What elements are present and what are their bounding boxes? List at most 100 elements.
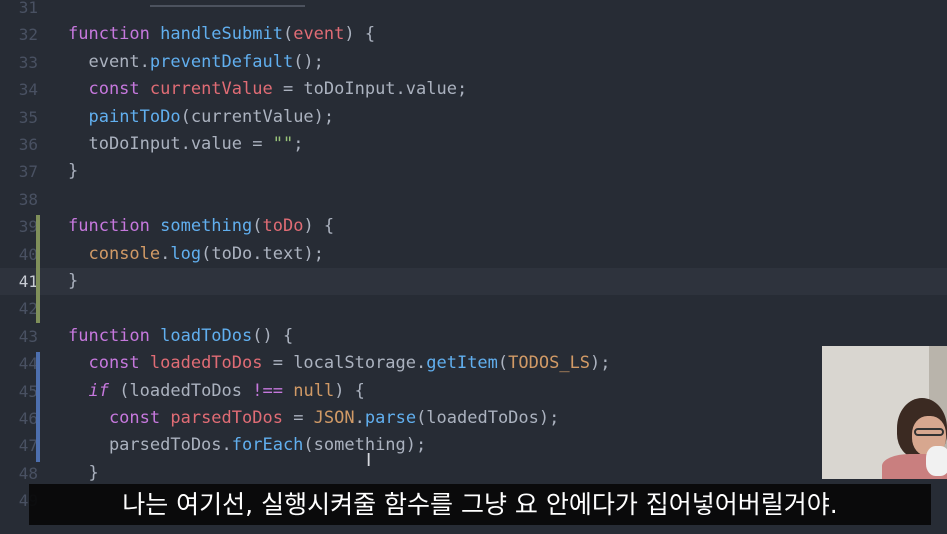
code-token: const [68,79,150,100]
code-token: null [293,380,335,401]
code-token: = [282,408,314,428]
code-token: ) { [344,24,376,45]
code-text: } [68,158,78,185]
code-line[interactable]: 41} [0,268,947,295]
code-text: parsedToDos.forEach(something); [68,432,426,459]
code-token: ; [293,134,304,154]
code-text: if (loadedToDos !== null) { [68,378,365,405]
line-number: 34 [18,80,38,100]
line-number: 36 [18,135,38,154]
code-token: loadToDos [160,325,253,346]
line-number: 31 [18,0,38,17]
code-token: function [68,216,161,237]
code-text: } [68,460,99,487]
line-number: 37 [18,162,38,182]
code-line[interactable]: 33 event.preventDefault(); [0,49,947,76]
code-token: ( [252,216,263,237]
code-token: } [68,161,79,182]
code-token: paintToDo [88,106,181,127]
code-token: preventDefault [149,51,294,72]
code-text: paintToDo(currentValue); [68,104,334,131]
code-token: event. [68,51,150,72]
glasses-icon [914,428,944,436]
code-token: ( [282,24,294,45]
code-line[interactable]: 43 function loadToDos() { [0,323,947,350]
webcam-overlay [822,346,947,479]
code-text: console.log(toDo.text); [68,241,324,268]
code-token: if [88,380,109,401]
code-token: (toDo.text); [201,243,324,264]
code-token: toDo [262,216,304,237]
code-token: ) { [303,216,335,237]
code-line[interactable]: 39 function something(toDo) { [0,213,947,240]
text-cursor-icon: I [366,450,372,471]
microphone-icon [926,446,947,476]
code-line[interactable]: 42 [0,295,947,322]
code-token: log [170,243,202,264]
code-line[interactable]: 32 function handleSubmit(event) { [0,21,947,48]
code-token: event [293,24,345,45]
line-number: 46 [18,409,38,428]
code-token: parsedToDos [170,408,283,428]
code-token: loadedToDos [149,353,263,374]
line-number: 41 [18,272,38,291]
code-line[interactable]: 38 [0,186,947,213]
code-text: const loadedToDos = localStorage.getItem… [68,350,611,377]
code-text: function loadToDos() { [68,323,293,350]
code-line[interactable]: 40 console.log(toDo.text); [0,241,947,268]
code-line[interactable]: 36 toDoInput.value = ""; [0,131,947,158]
code-token: parsedToDos. [68,435,232,456]
line-number: 33 [18,52,38,72]
code-token: handleSubmit [160,24,283,45]
git-gutter-modified [36,215,40,323]
code-line[interactable]: 46 const parsedToDos = JSON.parse(loaded… [0,405,947,432]
git-gutter-added [36,352,40,462]
line-number: 45 [18,381,38,401]
line-number: 42 [18,299,38,319]
code-line[interactable]: 31 [0,0,947,21]
code-token: const [68,353,150,374]
subtitle-caption: 나는 여기선, 실행시켜줄 함수를 그냥 요 안에다가 집어넣어버릴거야. [29,484,931,525]
code-token: function [68,24,161,45]
code-token: TODOS_LS [508,353,591,374]
code-token: = toDoInput.value; [272,79,468,100]
code-line[interactable]: 35 paintToDo(currentValue); [0,104,947,131]
line-number: 40 [18,244,38,264]
code-token: getItem [426,353,498,374]
code-line[interactable]: 45 if (loadedToDos !== null) { [0,378,947,405]
code-text: function something(toDo) { [68,213,334,240]
code-token: (loadedToDos [108,380,253,401]
line-number: 44 [18,354,38,374]
code-line[interactable]: 48 } [0,460,947,487]
code-token: toDoInput.value = [68,134,273,154]
code-text: } [68,268,78,295]
line-number: 32 [18,25,38,45]
line-number: 39 [18,217,38,237]
code-line[interactable]: 37} [0,158,947,185]
code-token: ); [590,353,611,374]
line-number: 38 [18,189,38,209]
code-token: currentValue [149,79,273,100]
line-number: 47 [18,436,38,456]
code-text: event.preventDefault(); [68,49,323,76]
code-token: parse [364,408,417,428]
code-token: (something); [303,435,427,456]
code-token: . [354,408,365,428]
code-line[interactable]: 34 const currentValue = toDoInput.value; [0,76,947,103]
code-token: "" [272,134,294,154]
code-line[interactable]: 44 const loadedToDos = localStorage.getI… [0,350,947,377]
code-text: toDoInput.value = ""; [68,131,303,158]
code-token: = localStorage. [262,353,427,374]
code-text: function handleSubmit(event) { [68,21,375,48]
code-line[interactable]: 47 parsedToDos.forEach(something); [0,432,947,459]
code-editor[interactable]: 31 32 function handleSubmit(event) {33 eve… [0,0,947,534]
code-token: (loadedToDos); [416,408,560,428]
code-token: } [68,462,99,483]
code-token: console [88,243,161,264]
code-token: ) { [334,380,365,401]
line-number: 35 [18,107,38,127]
